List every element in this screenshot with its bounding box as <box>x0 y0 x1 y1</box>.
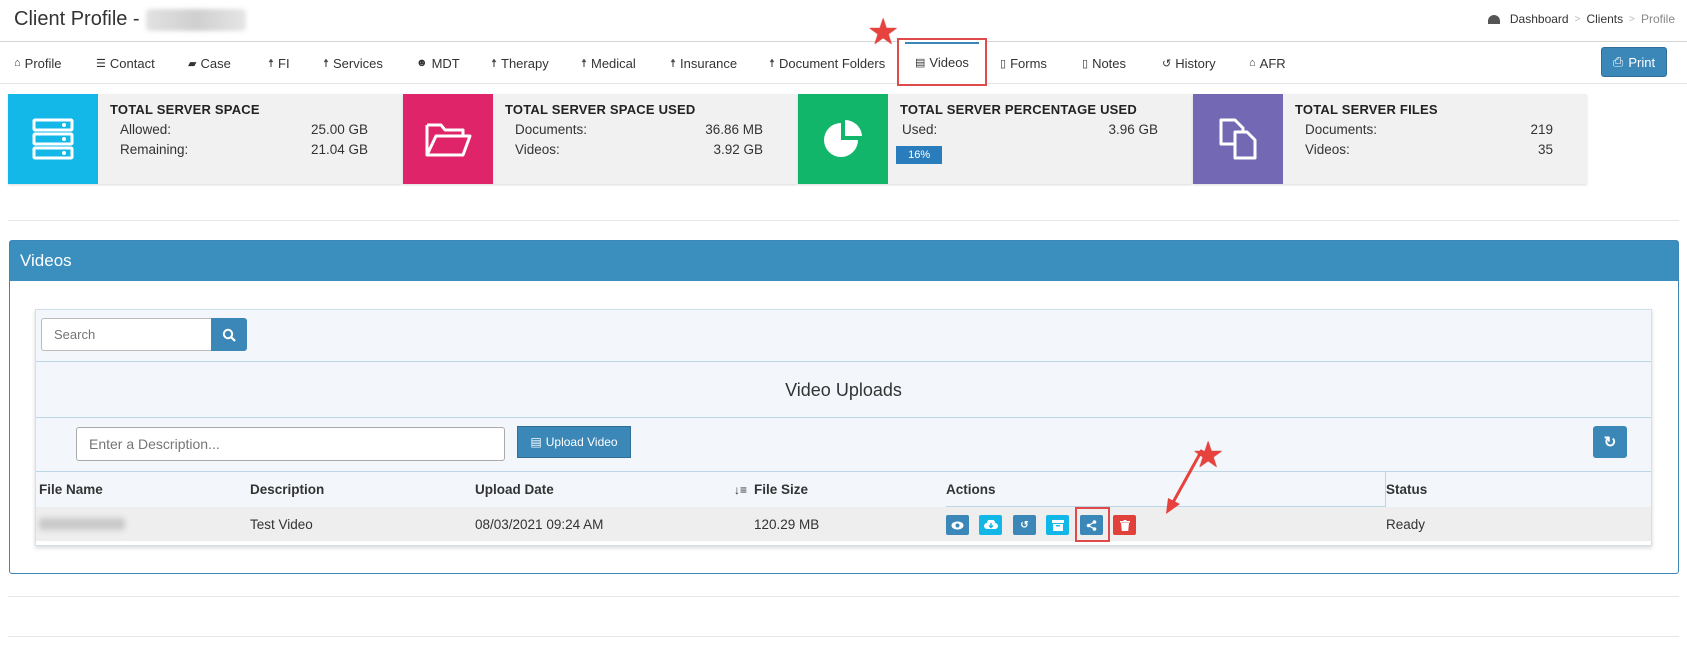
breadcrumb: Dashboard > Clients > Profile <box>1487 12 1675 26</box>
divider <box>8 596 1679 597</box>
column-status[interactable]: Status <box>1386 472 1427 507</box>
breadcrumb-profile: Profile <box>1640 12 1675 26</box>
column-actions: Actions <box>946 482 996 497</box>
description-input[interactable] <box>76 427 505 461</box>
print-button[interactable]: ⎙ Print <box>1601 47 1667 77</box>
column-file-size[interactable]: File Size <box>754 472 808 507</box>
tab-services[interactable]: ☨ Services <box>323 42 383 84</box>
tab-forms[interactable]: ▯ Forms <box>1000 42 1047 84</box>
stat-title: TOTAL SERVER FILES <box>1295 102 1438 117</box>
archive-icon <box>1051 519 1064 531</box>
search-icon <box>222 328 236 342</box>
tab-videos[interactable]: ▤ Videos <box>897 38 987 86</box>
trash-icon <box>1119 519 1130 531</box>
share-highlight-box <box>1075 507 1110 542</box>
restore-button[interactable]: ↺ <box>1013 515 1036 535</box>
videos-panel: Videos Video Uploads ▤ Upload Video ↻ Fi… <box>9 240 1679 574</box>
archive-button[interactable] <box>1046 515 1069 535</box>
divider <box>8 220 1679 221</box>
person-icon: ☨ <box>323 57 329 70</box>
column-upload-date[interactable]: Upload Date <box>475 472 554 507</box>
person-icon: ☨ <box>581 57 587 70</box>
files-icon <box>1193 94 1283 184</box>
eye-icon <box>951 521 964 529</box>
stat-title: TOTAL SERVER SPACE USED <box>505 102 696 117</box>
history-icon: ↺ <box>1020 519 1029 531</box>
tab-insurance[interactable]: ☨ Insurance <box>670 42 737 84</box>
dashboard-icon <box>1487 14 1500 24</box>
breadcrumb-clients[interactable]: Clients <box>1586 12 1623 26</box>
page-title: Client Profile - <box>14 8 246 31</box>
column-file-name[interactable]: File Name <box>39 472 103 507</box>
stat-title: TOTAL SERVER PERCENTAGE USED <box>900 102 1137 117</box>
search-button[interactable] <box>211 318 247 351</box>
file-size-cell: 120.29 MB <box>754 516 820 532</box>
redacted-client-name <box>145 8 246 31</box>
tab-mdt[interactable]: ☻ MDT <box>416 42 460 84</box>
list-icon: ☰ <box>96 57 106 70</box>
person-icon: ☨ <box>670 57 676 70</box>
file-name-cell[interactable] <box>39 507 125 541</box>
video-file-icon: ▤ <box>915 56 926 69</box>
redacted-file-name <box>39 518 125 530</box>
search-input[interactable] <box>41 318 211 351</box>
tab-history[interactable]: ↺ History <box>1162 42 1216 84</box>
stat-title: TOTAL SERVER SPACE <box>110 102 260 117</box>
refresh-icon: ↻ <box>1603 434 1617 451</box>
tab-therapy[interactable]: ☨ Therapy <box>491 42 549 84</box>
tab-afr[interactable]: ⌂ AFR <box>1249 42 1286 84</box>
status-cell: Ready <box>1386 516 1426 532</box>
view-button[interactable] <box>946 515 969 535</box>
profile-tabs: ⌂ Profile ☰ Contact ▰ Case ☨ FI ☨ Services ☻ M… <box>0 38 1687 86</box>
group-icon: ☻ <box>416 57 428 69</box>
document-icon: ▯ <box>1082 57 1089 70</box>
document-icon: ▯ <box>1000 57 1007 70</box>
download-button[interactable] <box>979 515 1002 535</box>
home-icon: ⌂ <box>1249 57 1256 69</box>
tab-notes[interactable]: ▯ Notes <box>1082 42 1126 84</box>
stat-total-server-space-used: TOTAL SERVER SPACE USED Documents: 36.86 … <box>403 94 797 184</box>
home-icon: ⌂ <box>14 57 21 69</box>
person-icon: ☨ <box>268 57 274 70</box>
stat-total-server-files: TOTAL SERVER FILES Documents: 219 Videos:… <box>1193 94 1587 184</box>
annotation-star-icon: ★ <box>867 11 900 52</box>
cloud-download-icon <box>983 520 998 529</box>
history-icon: ↺ <box>1162 57 1172 70</box>
divider <box>8 636 1679 637</box>
person-icon: ☨ <box>769 57 775 70</box>
videos-panel-title: Videos <box>10 241 1678 281</box>
print-icon: ⎙ <box>1612 54 1624 69</box>
delete-button[interactable] <box>1113 515 1136 535</box>
annotation-star-icon: ★ <box>1192 434 1225 475</box>
tab-case[interactable]: ▰ Case <box>188 42 231 84</box>
tab-fi[interactable]: ☨ FI <box>268 42 290 84</box>
video-file-icon: ▤ <box>530 435 542 449</box>
tab-profile[interactable]: ⌂ Profile <box>14 42 62 84</box>
upload-video-button[interactable]: ▤ Upload Video <box>517 426 631 458</box>
stat-total-server-percentage-used: TOTAL SERVER PERCENTAGE USED Used: 3.96 G… <box>798 94 1192 184</box>
pie-chart-icon <box>798 94 888 184</box>
breadcrumb-dashboard[interactable]: Dashboard <box>1510 12 1569 26</box>
video-uploads-title: Video Uploads <box>36 362 1651 418</box>
refresh-button[interactable]: ↻ <box>1593 426 1627 458</box>
video-uploads-container: Video Uploads ▤ Upload Video ↻ File Name… <box>35 309 1652 546</box>
sort-desc-icon[interactable]: ↓≡ <box>734 472 747 507</box>
page-header: Client Profile - Dashboard > Clients > P… <box>0 0 1687 42</box>
column-description[interactable]: Description <box>250 472 324 507</box>
tab-contact[interactable]: ☰ Contact <box>96 42 155 84</box>
person-icon: ☨ <box>491 57 497 70</box>
usage-progress-bar: 16% <box>896 146 1186 164</box>
tab-medical[interactable]: ☨ Medical <box>581 42 636 84</box>
upload-date-cell: 08/03/2021 09:24 AM <box>475 516 604 532</box>
briefcase-icon: ▰ <box>188 57 197 70</box>
server-icon <box>8 94 98 184</box>
folder-open-icon <box>403 94 493 184</box>
description-cell: Test Video <box>250 516 313 532</box>
usage-progress-fill: 16% <box>896 146 943 164</box>
stat-total-server-space: TOTAL SERVER SPACE Allowed: 25.00 GB Rema… <box>8 94 402 184</box>
